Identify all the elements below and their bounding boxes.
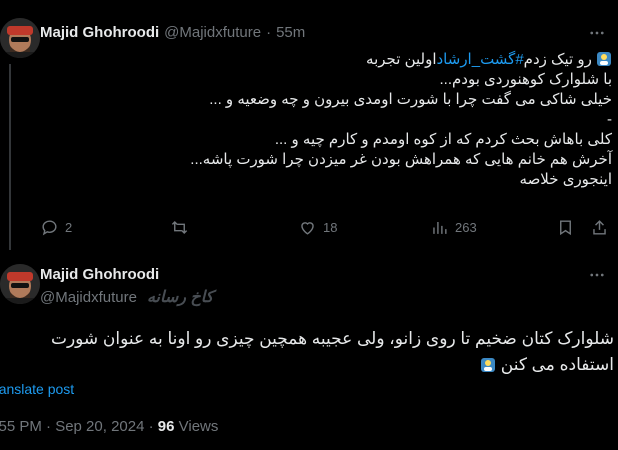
retweet-icon: [171, 220, 188, 235]
reply-icon: [42, 220, 57, 236]
tweet2-header: Majid Ghohroodi @Majidxfuture کاخ رسانه: [40, 266, 213, 307]
avatar-image: [0, 264, 40, 304]
like-button[interactable]: 18: [298, 218, 337, 237]
more-icon: [590, 273, 604, 277]
tweet-line-1: رو تیک زدم#گشت_ارشاداولین تجربه: [52, 50, 612, 70]
tweet1-text: رو تیک زدم#گشت_ارشاداولین تجربه با شلوار…: [52, 50, 612, 190]
reply-button[interactable]: 2: [40, 218, 72, 237]
retweet-button[interactable]: [170, 218, 189, 237]
watermark: کاخ رسانه: [146, 289, 214, 306]
tweet-line-1-post: رو تیک زدم: [523, 51, 596, 68]
tweet-time[interactable]: 55m: [276, 24, 305, 41]
author-handle[interactable]: @Majidxfuture: [40, 289, 137, 306]
more-button[interactable]: [588, 24, 606, 47]
views-number: 96: [157, 418, 175, 435]
thread-line: [9, 64, 11, 250]
views-label: Views: [174, 418, 219, 435]
facepalm-emoji: [596, 51, 612, 67]
avatar-2[interactable]: [0, 264, 40, 304]
views-button[interactable]: 263: [430, 218, 477, 237]
share-button[interactable]: [590, 218, 609, 237]
tweet2-line-2-wrap: استفاده می کنن: [2, 352, 614, 378]
reply-count: 2: [65, 220, 73, 235]
author-name[interactable]: Majid Ghohroodi: [40, 24, 159, 41]
tweet-line-6: آخرش هم خانم هایی که همراهش بودن غر میزد…: [190, 151, 612, 168]
tweet2-line-1: شلوارک کتان ضخیم تا روی زانو، ولی عجیبه …: [50, 329, 614, 348]
translate-post-link[interactable]: Translate post: [0, 381, 74, 397]
author-handle[interactable]: @Majidxfuture: [164, 24, 261, 41]
facepalm-emoji: [480, 355, 496, 372]
bookmark-button[interactable]: [556, 218, 575, 237]
more-button[interactable]: [588, 266, 606, 289]
tweet-line-4: -: [607, 111, 612, 128]
tweet-meta: 9:55 PM · Sep 20, 2024 · 96 Views: [0, 418, 218, 435]
author-name[interactable]: Majid Ghohroodi: [40, 266, 213, 283]
views-icon: [433, 221, 447, 234]
avatar-image: [0, 18, 40, 58]
views-count: 263: [455, 220, 477, 235]
tweet-line-7: اینجوری خلاصه: [519, 171, 612, 188]
tweet2-text: شلوارک کتان ضخیم تا روی زانو، ولی عجیبه …: [2, 326, 614, 378]
like-count: 18: [323, 220, 338, 235]
tweet2-line-2: استفاده می کنن: [500, 355, 614, 374]
tweet-line-5: کلی باهاش بحث کردم که از کوه اومدم و کار…: [274, 131, 612, 148]
tweet1-header: Majid Ghohroodi @Majidxfuture · 55m: [40, 24, 305, 41]
hashtag-link[interactable]: #گشت_ارشاد: [437, 51, 524, 68]
like-icon: [301, 222, 314, 235]
separator-dot: ·: [266, 24, 272, 41]
share-icon: [593, 220, 606, 235]
avatar-1[interactable]: [0, 18, 40, 58]
tweet-line-3: خیلی شاکی می گفت چرا با شورت اومدی بیرون…: [209, 91, 612, 108]
tweet-timestamp[interactable]: 9:55 PM · Sep 20, 2024 ·: [0, 418, 158, 435]
bookmark-icon: [560, 220, 571, 236]
more-icon: [590, 31, 604, 35]
tweet-line-1-pre: اولین تجربه: [366, 51, 437, 68]
tweet-line-2: با شلوارک کوهنوردی بودم...: [439, 71, 613, 88]
